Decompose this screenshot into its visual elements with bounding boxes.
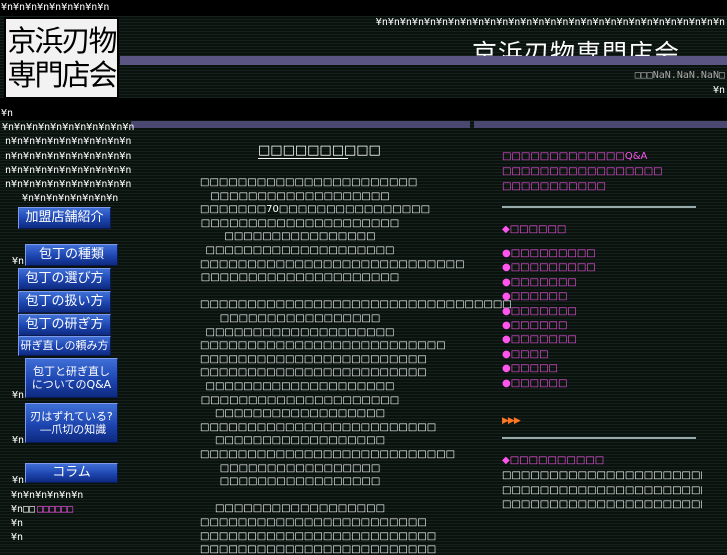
nav-text-line: n¥n¥n¥n¥n¥n¥n¥n¥n¥n¥n (5, 151, 132, 162)
header-band (120, 56, 727, 65)
right-divider (502, 437, 696, 439)
nav-yen-marker: ¥n (12, 256, 25, 267)
top-bar-text: ¥n¥n¥n¥n¥n¥n¥n¥n¥n (1, 2, 110, 13)
main-paragraph-line: □□□□□□□□□□□□□□□□□ (219, 476, 381, 488)
right-body-line: □□□□□□□□□□□□□□□□□□□□□□□□□□□□□□□□□□□□□□□□ (502, 484, 702, 496)
nav-button-handling-knives[interactable]: 包丁の扱い方 (18, 291, 111, 313)
nav-yen-marker: ¥n (12, 390, 25, 401)
header-right-text: ¥n¥n¥n¥n¥n¥n¥n¥n¥n¥n¥n¥n¥n¥n¥n¥n¥n¥n¥n¥n… (375, 17, 725, 28)
main-paragraph-line: □□□□□□□□□□□□□□□□□□□□ (205, 245, 395, 256)
nav-button-column[interactable]: コラム (25, 463, 118, 483)
nav-text-line: n¥n¥n¥n¥n¥n¥n¥n¥n¥n¥n (5, 136, 132, 147)
main-paragraph-line: □□□□□□□□□□□□□□□□□□□□□ (200, 394, 400, 406)
nav-button-choosing-knives[interactable]: 包丁の選び方 (18, 268, 111, 290)
right-section-title: ◆□□□□□□ (502, 224, 567, 235)
nav-text-line: n¥n¥n¥n¥n¥n¥n¥n¥n¥n¥n (5, 179, 132, 190)
nav-bottom-text: ¥n (11, 518, 24, 529)
main-paragraph-line: □□□□□□□□□□□□□□□□□□□□ (205, 381, 395, 392)
right-item-link[interactable]: ●□□□□□□□ (502, 306, 577, 317)
right-link[interactable]: □□□□□□□□□□□□□□□□□ (502, 166, 663, 177)
main-paragraph-line: □□□□□□□□□□□□□□□□□□□□□□□□□□□□□□□□□ (200, 299, 512, 311)
right-link-faq[interactable]: □□□□□□□□□□□□□Q&A (502, 151, 647, 162)
right-body-line: □□□□□□□□□□□□□□□□□□□□□□□□□□□□□□□□□□□□□□□□ (502, 470, 702, 481)
nav-button-sharpening[interactable]: 包丁の研ぎ方 (18, 314, 111, 336)
nav-bottom-text: ¥n (11, 532, 24, 543)
right-link[interactable]: □□□□□□□□□□□ (502, 181, 606, 192)
site-logo[interactable]: 京浜刃物 専門店会 (4, 17, 119, 99)
right-item-link[interactable]: ●□□□□□□□□□ (502, 248, 596, 259)
header-yen-text: ¥n (712, 85, 725, 96)
nav-button-nail-clipper[interactable]: 刃はずれている? ―爪切の知識 (25, 403, 118, 443)
main-paragraph-line: □□□□□□□□□□□□□□□□□ (219, 462, 381, 474)
nav-button-knife-types[interactable]: 包丁の種類 (25, 244, 118, 266)
nav-yen-marker: ¥n (12, 435, 25, 446)
nav-bottom-text: ¥n¥n¥n¥n¥n¥n (11, 490, 84, 501)
right-item-link[interactable]: ●□□□□□□□□□ (502, 262, 596, 273)
main-paragraph-line: □□□□□□□□□□□□□□□□□□□□□□□ (200, 177, 418, 188)
right-body-line: □□□□□□□□□□□□□□□□□□□□□□□□□□□□□□□□□□□□□ (502, 499, 702, 510)
nav-button-member-stores[interactable]: 加盟店舗紹介 (18, 207, 111, 229)
main-paragraph-line: □□□□□□□□□□□□□□□□□□□□□□□□□ (200, 530, 437, 542)
nav-text-line: ¥n¥n¥n¥n¥n¥n¥n¥n (22, 193, 119, 204)
main-paragraph-line: □□□□□□□□□□□□□□□□□□ (214, 408, 386, 420)
right-section-title: ◆□□□□□□□□□□ (502, 455, 605, 466)
right-item-link[interactable]: ●□□□□□□□ (502, 277, 577, 288)
main-paragraph-line: □□□□□□□□□□□□□□□□□□□□□□□□□□□□ (200, 258, 465, 270)
right-item-link[interactable]: ●□□□□□ (502, 363, 558, 374)
logo-line-1: 京浜刃物 (7, 24, 117, 58)
nav-bottom-text: ¥n□□ (11, 504, 36, 515)
main-paragraph-line: □□□□□□□□□□□□□□□□□□□□□□□□ (200, 353, 427, 365)
black-band-text: ¥n (1, 108, 14, 119)
content-divider-right (474, 121, 727, 128)
date-text: □□□NaN.NaN.NaN□ (634, 70, 725, 81)
main-paragraph-line: □□□□□□□□□□□□□□□□□□□□□ (200, 217, 400, 229)
main-heading: □□□□□□□□□□ (258, 143, 381, 159)
main-paragraph-line: □□□□□□□□□□□□□□□□□□□□□□□□□ (200, 421, 437, 433)
main-paragraph-line: □□□□□□□□□□□□□□□□□□□ (210, 190, 390, 202)
right-item-link[interactable]: ●□□□□ (502, 349, 549, 360)
main-paragraph-line: □□□□□□□□□□□□□□□□□□□□□ (200, 272, 400, 284)
main-paragraph-line: □□□□□□□□□□□□□□□□□□□□□□□□ (200, 517, 427, 528)
main-paragraph-line: □□□□□□□70□□□□□□□□□□□□□□□□ (200, 204, 431, 216)
main-paragraph-line: □□□□□□□□□□□□□□□□□□□□□□□□□□□ (200, 449, 456, 460)
main-paragraph-line: □□□□□□□□□□□□□□□□ (224, 231, 376, 243)
nav-text-line: n¥n¥n¥n¥n¥n¥n¥n¥n¥n¥n (5, 165, 132, 176)
nav-bottom-link[interactable]: □□□□□□ (37, 504, 73, 515)
main-paragraph-line: □□□□□□□□□□□□□□□□□□□□□□□□ (200, 367, 427, 379)
right-item-link[interactable]: ●□□□□□□ (502, 378, 567, 389)
main-paragraph-line: □□□□□□□□□□□□□□□□□□□□□□□□□□ (200, 340, 446, 352)
logo-line-2: 専門店会 (7, 58, 117, 92)
nav-yen-marker: ¥n (12, 475, 25, 486)
content-divider-main (131, 121, 470, 128)
nav-button-faq[interactable]: 包丁と研ぎ直し についてのQ&A (25, 358, 118, 398)
header-black-band (0, 98, 727, 120)
main-paragraph-line: □□□□□□□□□□□□□□□□□□□□ (205, 326, 395, 338)
main-paragraph-line: □□□□□□□□□□□□□□□□□□ (214, 435, 386, 447)
nav-button-resharpen-request[interactable]: 研ぎ直しの頼み方 (18, 336, 111, 356)
right-divider (502, 206, 696, 208)
main-paragraph-line: □□□□□□□□□□□□□□□□□□ (214, 503, 386, 515)
main-paragraph-line: □□□□□□□□□□□□□□□□□ (219, 313, 381, 324)
nav-text-line: ¥n¥n¥n¥n¥n¥n¥n¥n¥n¥n¥n (2, 122, 135, 133)
right-item-link[interactable]: ●□□□□□□□ (502, 334, 577, 345)
right-item-link[interactable]: ●□□□□□□ (502, 320, 567, 331)
more-arrows-icon[interactable]: ▶▶▶ (502, 416, 521, 426)
right-item-link[interactable]: ●□□□□□□ (502, 291, 567, 302)
main-paragraph-line: □□□□□□□□□□□□□□□□□□□□□□□□□ (200, 544, 437, 555)
